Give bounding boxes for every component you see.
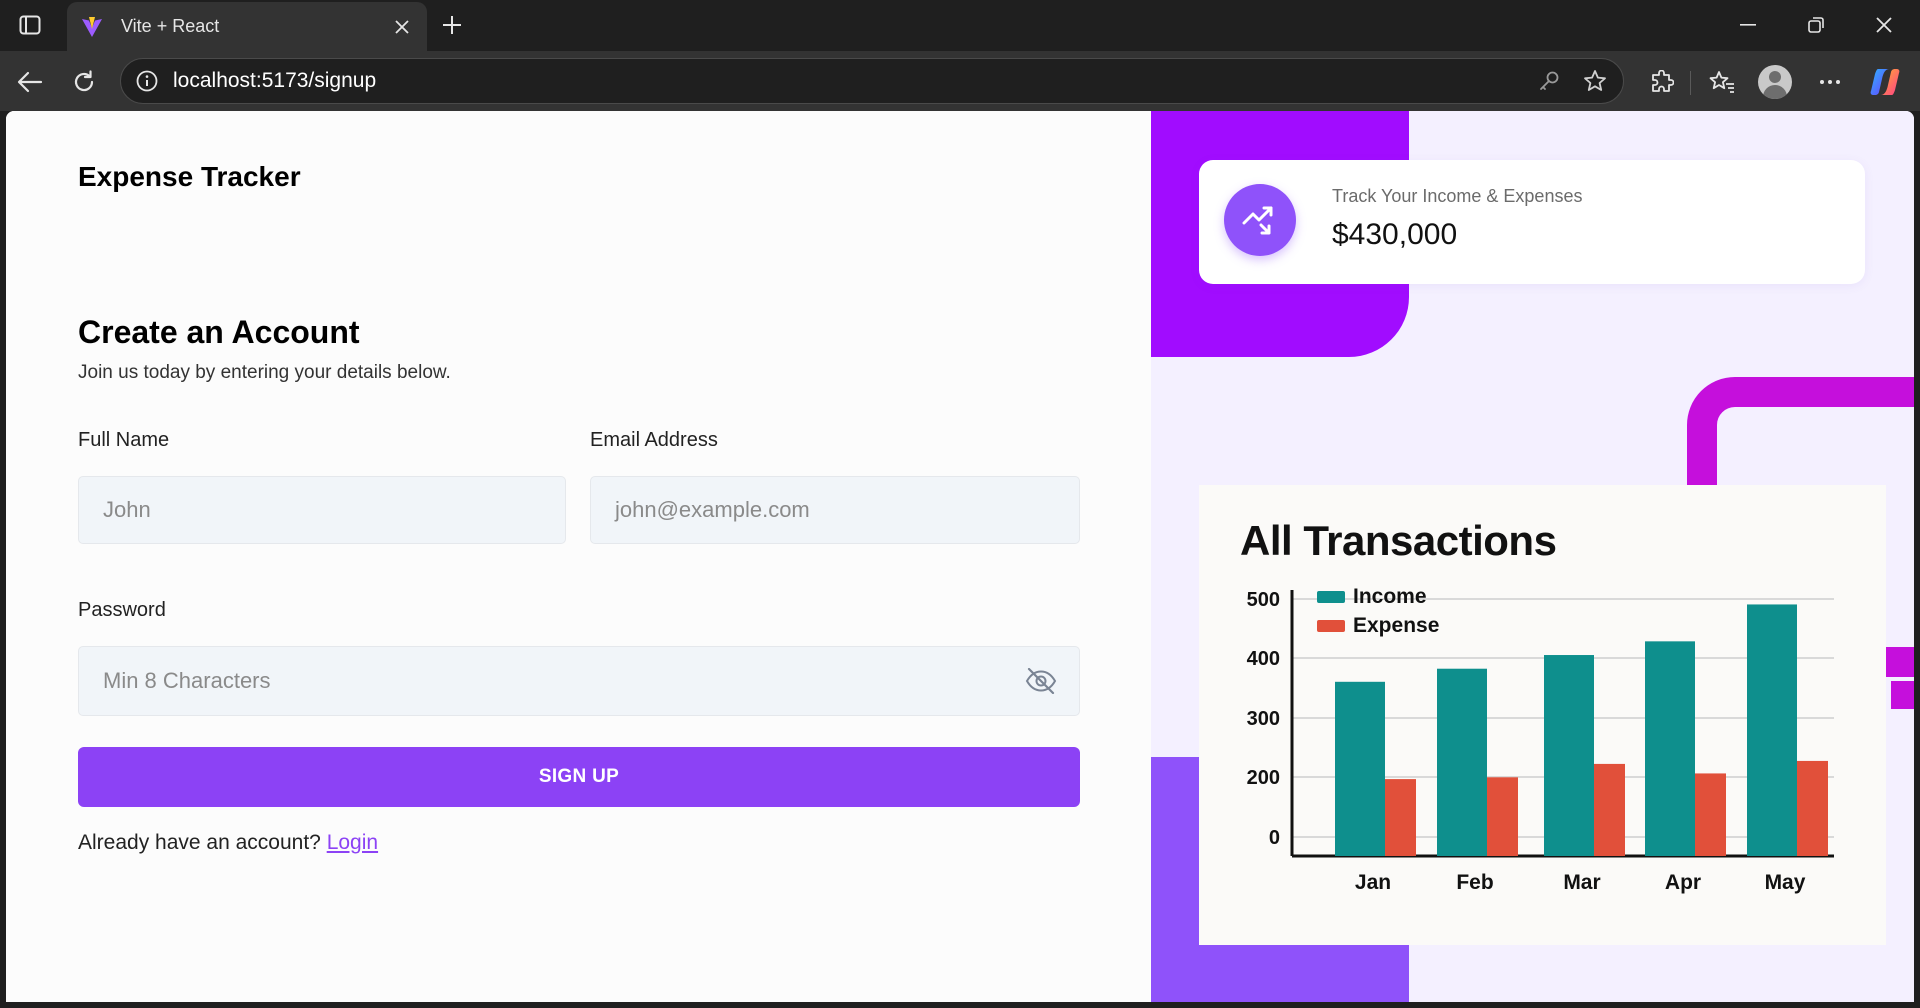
avatar bbox=[1758, 65, 1792, 99]
y-tick-label: 400 bbox=[1247, 648, 1280, 670]
tab-title: Vite + React bbox=[121, 16, 220, 36]
vite-logo-icon bbox=[79, 14, 105, 40]
sign-up-button[interactable]: SIGN UP bbox=[78, 747, 1080, 807]
refresh-icon[interactable] bbox=[66, 64, 102, 100]
decorative-magenta-block bbox=[1891, 681, 1914, 709]
copilot-icon[interactable] bbox=[1866, 63, 1904, 101]
expense-bar bbox=[1487, 777, 1518, 856]
x-tick-label: Feb bbox=[1456, 871, 1493, 894]
url-text[interactable]: localhost:5173/signup bbox=[173, 69, 1531, 93]
transactions-bar-chart: 0 200 300 400 500 Jan Feb Mar Apr May Income Expens… bbox=[1247, 585, 1834, 894]
income-bar bbox=[1335, 681, 1385, 856]
close-window-icon[interactable] bbox=[1862, 8, 1906, 42]
y-tick-label: 300 bbox=[1247, 708, 1280, 730]
more-menu-icon[interactable] bbox=[1811, 63, 1849, 101]
password-label: Password bbox=[78, 599, 166, 621]
browser-tab-bar: Vite + React bbox=[0, 0, 1920, 51]
email-field[interactable]: john@example.com bbox=[590, 476, 1080, 544]
full-name-label: Full Name bbox=[78, 429, 170, 451]
app-title: Expense Tracker bbox=[78, 161, 301, 192]
y-tick-label: 0 bbox=[1269, 827, 1280, 849]
eye-off-icon[interactable] bbox=[1025, 667, 1057, 695]
toolbar-divider bbox=[1690, 71, 1691, 95]
income-stat-card: Track Your Income & Expenses $430,000 bbox=[1199, 160, 1865, 284]
email-label: Email Address bbox=[590, 429, 718, 451]
expense-bar bbox=[1797, 760, 1828, 856]
favorites-icon[interactable] bbox=[1703, 63, 1741, 101]
income-bar bbox=[1645, 641, 1695, 856]
expense-bar bbox=[1594, 763, 1625, 856]
signup-panel: Expense Tracker Create an Account Join u… bbox=[6, 111, 1151, 1002]
password-field[interactable]: Min 8 Characters bbox=[78, 646, 1080, 716]
key-icon[interactable] bbox=[1531, 63, 1567, 99]
legend-swatch bbox=[1317, 620, 1345, 632]
login-prompt-text: Already have an account? bbox=[78, 831, 321, 854]
full-name-placeholder: John bbox=[103, 497, 151, 522]
legend-label: Expense bbox=[1353, 614, 1439, 637]
page-title: Create an Account bbox=[78, 314, 360, 350]
income-bar bbox=[1544, 655, 1594, 856]
site-info-icon[interactable] bbox=[135, 69, 159, 93]
trending-icon bbox=[1224, 184, 1296, 256]
expense-bar bbox=[1385, 779, 1416, 856]
new-tab-icon[interactable] bbox=[436, 10, 468, 40]
expense-bar bbox=[1695, 773, 1726, 856]
stat-label: Track Your Income & Expenses bbox=[1332, 186, 1583, 206]
x-tick-label: Mar bbox=[1563, 871, 1600, 894]
legend-swatch bbox=[1317, 591, 1345, 603]
page-subtitle: Join us today by entering your details b… bbox=[78, 362, 451, 383]
y-tick-label: 200 bbox=[1247, 767, 1280, 789]
favorite-star-icon[interactable] bbox=[1577, 63, 1613, 99]
browser-toolbar: localhost:5173/signup bbox=[0, 51, 1920, 111]
login-prompt: Already have an account? Login bbox=[78, 831, 378, 855]
login-link[interactable]: Login bbox=[327, 831, 378, 854]
restore-icon[interactable] bbox=[1794, 8, 1838, 42]
close-tab-icon[interactable] bbox=[387, 12, 417, 42]
x-tick-label: Jan bbox=[1355, 871, 1391, 894]
x-tick-label: May bbox=[1765, 871, 1806, 894]
tab-actions-icon[interactable] bbox=[14, 10, 46, 40]
page-viewport: Expense Tracker Create an Account Join u… bbox=[6, 111, 1914, 1002]
x-tick-label: Apr bbox=[1665, 871, 1701, 894]
income-bar bbox=[1437, 668, 1487, 856]
y-tick-label: 500 bbox=[1247, 589, 1280, 611]
back-arrow-icon[interactable] bbox=[12, 64, 48, 100]
extensions-icon[interactable] bbox=[1643, 63, 1681, 101]
decorative-panel: Track Your Income & Expenses $430,000 Al… bbox=[1151, 111, 1914, 1002]
legend-label: Income bbox=[1353, 585, 1427, 608]
password-placeholder: Min 8 Characters bbox=[103, 668, 271, 693]
transactions-chart-card: All Transactions 0 200 300 400 500 Jan Feb Mar A… bbox=[1199, 485, 1886, 945]
income-bar bbox=[1747, 604, 1797, 856]
stat-value: $430,000 bbox=[1332, 218, 1458, 251]
minimize-icon[interactable] bbox=[1726, 8, 1770, 42]
browser-tab[interactable]: Vite + React bbox=[67, 2, 427, 51]
full-name-field[interactable]: John bbox=[78, 476, 566, 544]
email-placeholder: john@example.com bbox=[615, 497, 810, 522]
profile-avatar[interactable] bbox=[1756, 63, 1794, 101]
address-bar[interactable]: localhost:5173/signup bbox=[120, 58, 1624, 104]
